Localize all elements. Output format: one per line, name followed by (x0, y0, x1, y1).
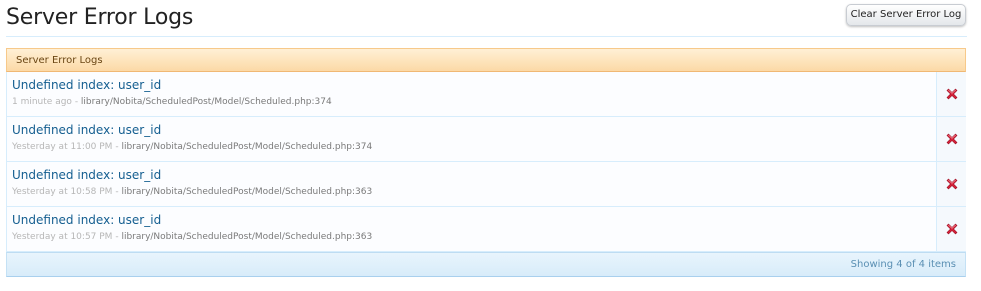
error-title-link[interactable]: Undefined index: user_id (12, 78, 161, 92)
error-meta: Yesterday at 11:00 PM - library/Nobita/S… (12, 142, 372, 152)
error-entry: Undefined index: user_id 1 minute ago - … (7, 72, 936, 116)
panel-header: Server Error Logs (6, 48, 966, 72)
error-file-path: library/Nobita/ScheduledPost/Model/Sched… (121, 232, 373, 242)
error-entry: Undefined index: user_id Yesterday at 10… (7, 207, 936, 251)
error-entry: Undefined index: user_id Yesterday at 11… (7, 117, 936, 161)
error-meta: Yesterday at 10:57 PM - library/Nobita/S… (12, 232, 372, 242)
delete-cell (936, 117, 966, 161)
table-row: Undefined index: user_id 1 minute ago - … (6, 72, 966, 117)
clear-server-error-log-button[interactable]: Clear Server Error Log (846, 4, 966, 26)
delete-x-icon[interactable] (945, 87, 959, 101)
delete-x-icon[interactable] (945, 132, 959, 146)
error-log-panel: Server Error Logs Undefined index: user_… (6, 48, 966, 277)
error-time: Yesterday at 10:58 PM (12, 187, 113, 197)
title-divider (6, 36, 967, 37)
delete-cell (936, 72, 966, 116)
panel-footer-item-count: Showing 4 of 4 items (6, 252, 966, 277)
error-time: Yesterday at 10:57 PM (12, 232, 113, 242)
page-title: Server Error Logs (6, 5, 194, 30)
delete-cell (936, 207, 966, 251)
delete-x-icon[interactable] (945, 222, 959, 236)
error-time: 1 minute ago (12, 97, 72, 107)
error-title-link[interactable]: Undefined index: user_id (12, 213, 161, 227)
delete-cell (936, 162, 966, 206)
error-entry: Undefined index: user_id Yesterday at 10… (7, 162, 936, 206)
error-time: Yesterday at 11:00 PM (12, 142, 113, 152)
server-error-logs-page: Server Error Logs Clear Server Error Log… (0, 0, 981, 291)
table-row: Undefined index: user_id Yesterday at 11… (6, 117, 966, 162)
error-file-path: library/Nobita/ScheduledPost/Model/Sched… (121, 142, 373, 152)
error-meta: 1 minute ago - library/Nobita/ScheduledP… (12, 97, 332, 107)
error-file-path: library/Nobita/ScheduledPost/Model/Sched… (80, 97, 332, 107)
error-title-link[interactable]: Undefined index: user_id (12, 123, 161, 137)
error-file-path: library/Nobita/ScheduledPost/Model/Sched… (121, 187, 373, 197)
table-row: Undefined index: user_id Yesterday at 10… (6, 162, 966, 207)
error-title-link[interactable]: Undefined index: user_id (12, 168, 161, 182)
table-row: Undefined index: user_id Yesterday at 10… (6, 207, 966, 252)
error-meta: Yesterday at 10:58 PM - library/Nobita/S… (12, 187, 372, 197)
delete-x-icon[interactable] (945, 177, 959, 191)
